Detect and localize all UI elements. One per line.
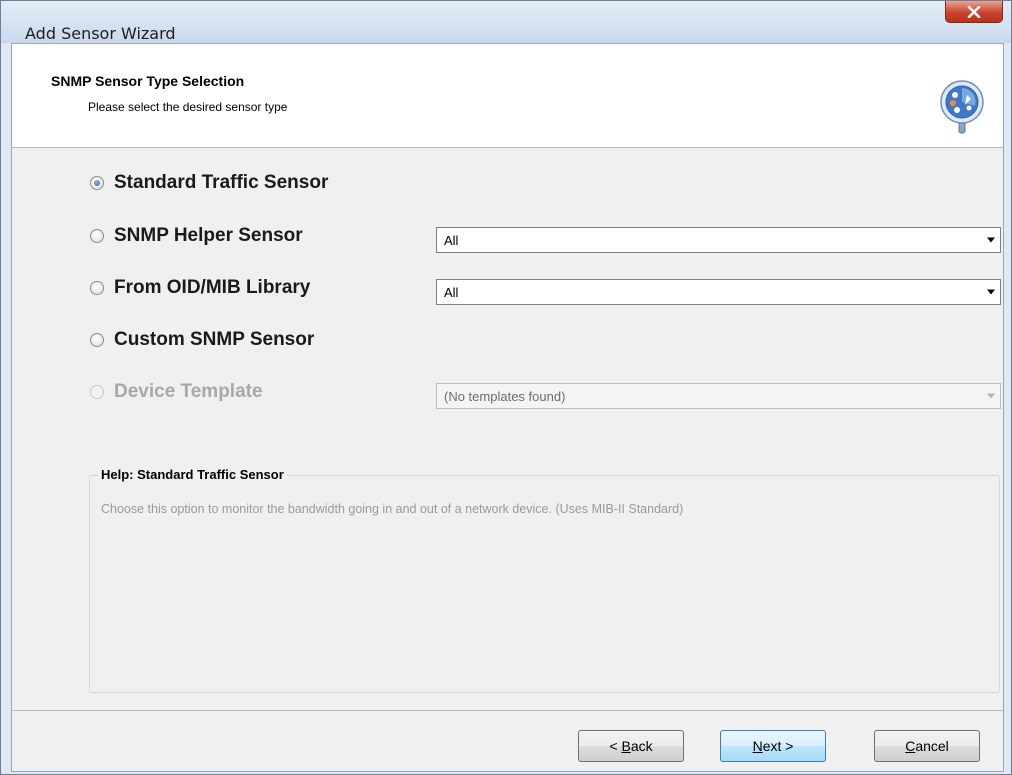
radio-device-template xyxy=(90,385,104,399)
select-value: All xyxy=(444,284,459,300)
option-custom-snmp-sensor[interactable]: Custom SNMP Sensor xyxy=(90,328,314,352)
next-button[interactable]: Next > xyxy=(720,730,826,762)
option-label: Custom SNMP Sensor xyxy=(114,329,315,350)
wizard-client-area: SNMP Sensor Type Selection Please select… xyxy=(11,43,1004,772)
help-group: Help: Standard Traffic Sensor Choose thi… xyxy=(89,467,1000,693)
button-label: Cancel xyxy=(905,738,949,754)
snmp-helper-select[interactable]: All xyxy=(436,227,1001,253)
chevron-down-icon[interactable] xyxy=(982,237,1000,243)
page-subtitle: Please select the desired sensor type xyxy=(88,100,288,114)
chevron-down-icon xyxy=(982,393,1000,399)
window-title: Add Sensor Wizard xyxy=(25,24,176,43)
device-template-select: (No templates found) xyxy=(436,383,1001,409)
option-label: Device Template xyxy=(114,381,263,402)
back-button[interactable]: < Back xyxy=(578,730,684,762)
radio-oid-mib-library[interactable] xyxy=(90,281,104,295)
option-snmp-helper-sensor[interactable]: SNMP Helper Sensor xyxy=(90,224,303,248)
radio-custom-snmp-sensor[interactable] xyxy=(90,333,104,347)
cancel-button[interactable]: Cancel xyxy=(874,730,980,762)
wizard-window: Add Sensor Wizard SNMP Sensor Type Selec… xyxy=(0,0,1012,775)
option-device-template: Device Template xyxy=(90,380,263,404)
option-label: Standard Traffic Sensor xyxy=(114,172,329,193)
wizard-sensor-icon xyxy=(940,80,984,134)
oid-mib-library-select[interactable]: All xyxy=(436,279,1001,305)
option-standard-traffic-sensor[interactable]: Standard Traffic Sensor xyxy=(90,171,328,195)
option-label: SNMP Helper Sensor xyxy=(114,225,303,246)
help-text: Choose this option to monitor the bandwi… xyxy=(101,502,684,516)
close-button[interactable] xyxy=(945,1,1003,23)
page-title: SNMP Sensor Type Selection xyxy=(51,73,245,89)
close-icon xyxy=(967,5,981,18)
select-value: (No templates found) xyxy=(444,388,566,404)
option-label: From OID/MIB Library xyxy=(114,277,311,298)
help-title: Help: Standard Traffic Sensor xyxy=(98,467,287,482)
radio-snmp-helper-sensor[interactable] xyxy=(90,229,104,243)
title-bar[interactable]: Add Sensor Wizard xyxy=(1,1,1011,43)
button-label: Next > xyxy=(752,738,794,754)
chevron-down-icon[interactable] xyxy=(982,289,1000,295)
select-value: All xyxy=(444,232,459,248)
radio-standard-traffic-sensor[interactable] xyxy=(90,176,104,190)
button-label: < Back xyxy=(609,738,653,754)
footer-divider xyxy=(12,710,1003,711)
option-oid-mib-library[interactable]: From OID/MIB Library xyxy=(90,276,310,300)
wizard-header: SNMP Sensor Type Selection Please select… xyxy=(12,44,1003,148)
